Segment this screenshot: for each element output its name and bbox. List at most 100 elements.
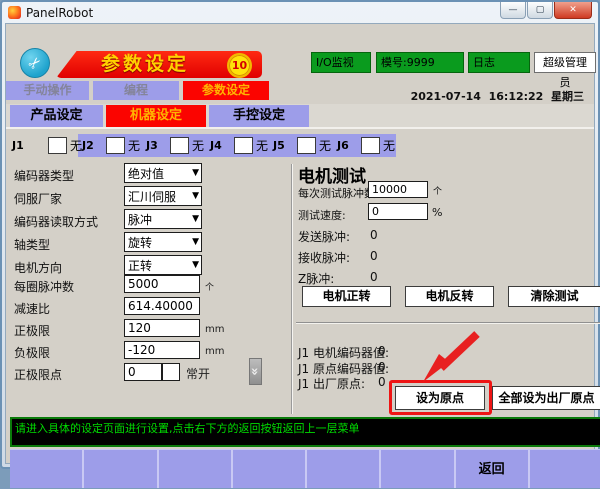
tab-machine-setting[interactable]: 机器设定 <box>106 105 206 127</box>
softkey-empty-3 <box>159 450 233 488</box>
encoder-type-label: 编码器类型 <box>14 167 122 184</box>
chevron-down-icon: ▼ <box>192 191 201 201</box>
test-pulses-input[interactable] <box>368 181 428 198</box>
test-speed-label: 测试速度: <box>298 207 346 223</box>
select-value: 正转 <box>125 257 192 274</box>
double-chevron-down-icon: « <box>243 367 268 375</box>
clear-test-button[interactable]: 清除测试 <box>508 286 600 307</box>
received-pulses-value: 0 <box>370 249 378 263</box>
chevron-down-icon: ▼ <box>192 214 201 224</box>
origin-encoder-value: 0 <box>378 360 386 374</box>
softkey-empty-2 <box>84 450 158 488</box>
positive-limit-point-input[interactable] <box>124 363 162 381</box>
positive-limit-input[interactable] <box>124 319 200 337</box>
app-window: PanelRobot — ▢ ✕ ✂ 参数设定 10 I/O监视 模号:9999… <box>0 0 600 469</box>
axis-type-select[interactable]: 旋转 ▼ <box>124 232 202 252</box>
panel-divider <box>291 164 292 414</box>
log-button[interactable]: 日志 <box>468 52 530 73</box>
softkey-empty-8 <box>530 450 600 488</box>
status-bar: 请进入具体的设定页面进行设置,点击右下方的返回按钮返回上一层菜单 <box>10 417 600 447</box>
chevron-down-icon: ▼ <box>192 168 201 178</box>
softkey-empty-6 <box>381 450 455 488</box>
select-value: 绝对值 <box>125 165 192 182</box>
tab-manual-control-setting[interactable]: 手控设定 <box>209 105 309 127</box>
axis-group-j4: J4 无 <box>210 134 268 157</box>
chevron-down-icon: ▼ <box>192 260 201 270</box>
select-value: 旋转 <box>125 234 192 251</box>
motor-reverse-button[interactable]: 电机反转 <box>405 286 494 307</box>
factory-origin-label: J1 出厂原点: <box>298 375 365 392</box>
axis-none-label: 无 <box>383 137 395 154</box>
reduction-ratio-label: 减速比 <box>14 300 122 317</box>
axis-none-label: 无 <box>128 137 140 154</box>
axis-label: J1 <box>12 139 36 152</box>
back-button[interactable]: 返回 <box>456 450 530 488</box>
motor-direction-label: 电机方向 <box>14 259 122 276</box>
softkey-empty-5 <box>307 450 381 488</box>
test-pulses-label: 每次测试脉冲数: <box>298 185 379 201</box>
softkey-empty-4 <box>233 450 307 488</box>
pulses-per-rev-label: 每圈脉冲数 <box>14 278 122 295</box>
positive-limit-label: 正极限 <box>14 322 122 339</box>
motor-forward-button[interactable]: 电机正转 <box>302 286 391 307</box>
axis-label: J2 <box>82 139 106 152</box>
reduction-ratio-input[interactable] <box>124 297 200 315</box>
tab-programming[interactable]: 编程 <box>93 81 179 100</box>
select-value: 汇川伺服 <box>125 188 192 205</box>
normally-open-label: 常开 <box>186 365 210 382</box>
axis-group-j3: J3 无 <box>146 134 204 157</box>
tab-manual-operation[interactable]: 手动操作 <box>6 81 89 100</box>
title-bar[interactable]: PanelRobot — ▢ ✕ <box>2 2 598 23</box>
axis-checkbox-j1[interactable] <box>48 137 67 154</box>
model-number-button[interactable]: 模号:9999 <box>376 52 464 73</box>
client-area: ✂ 参数设定 10 I/O监视 模号:9999 日志 超级管理员 2021-07… <box>5 23 595 464</box>
motor-direction-select[interactable]: 正转 ▼ <box>124 255 202 275</box>
maximize-button[interactable]: ▢ <box>527 2 553 19</box>
axis-group-j1: J1 无 <box>12 134 82 157</box>
select-value: 脉冲 <box>125 211 192 228</box>
axis-label: J5 <box>273 139 297 152</box>
datetime-label: 2021-07-14 16:12:22 星期三 <box>411 88 584 104</box>
servo-vendor-select[interactable]: 汇川伺服 ▼ <box>124 186 202 206</box>
io-monitor-button[interactable]: I/O监视 <box>311 52 371 73</box>
tab-product-setting[interactable]: 产品设定 <box>10 105 103 127</box>
pulses-per-rev-input[interactable] <box>124 275 200 293</box>
axis-group-j5: J5 无 <box>273 134 331 157</box>
tools-logo-icon: ✂ <box>20 48 50 78</box>
window-title: PanelRobot <box>26 6 93 20</box>
test-speed-input[interactable] <box>368 203 428 220</box>
received-pulses-label: 接收脉冲: <box>298 249 350 266</box>
axis-label: J6 <box>337 139 361 152</box>
positive-limit-point-aux-input[interactable] <box>162 363 180 381</box>
axis-none-label: 无 <box>256 137 268 154</box>
sent-pulses-label: 发送脉冲: <box>298 228 350 245</box>
annotation-arrow-icon <box>409 324 489 386</box>
factory-origin-value: 0 <box>378 375 386 389</box>
motor-encoder-value-label: J1 电机编码器值: <box>298 344 389 361</box>
axis-type-label: 轴类型 <box>14 236 122 253</box>
negative-limit-input[interactable] <box>124 341 200 359</box>
set-all-factory-origin-button[interactable]: 全部设为出厂原点 <box>492 386 600 410</box>
close-button[interactable]: ✕ <box>554 2 592 19</box>
axis-none-label: 无 <box>319 137 331 154</box>
axis-checkbox-j3[interactable] <box>170 137 189 154</box>
minimize-button[interactable]: — <box>500 2 526 19</box>
scroll-down-button[interactable]: « <box>249 358 262 385</box>
pulses-unit-label: 个 <box>205 280 214 293</box>
axis-checkbox-j5[interactable] <box>297 137 316 154</box>
encoder-type-select[interactable]: 绝对值 ▼ <box>124 163 202 183</box>
axis-checkbox-j2[interactable] <box>106 137 125 154</box>
motor-test-title: 电机测试 <box>298 162 366 187</box>
positive-limit-unit-label: mm <box>205 324 224 335</box>
axis-checkbox-j6[interactable] <box>361 137 380 154</box>
axis-label: J4 <box>210 139 234 152</box>
test-speed-unit-label: % <box>432 206 442 219</box>
encoder-read-mode-select[interactable]: 脉冲 ▼ <box>124 209 202 229</box>
axis-group-j6: J6 无 <box>337 134 395 157</box>
axis-checkbox-j4[interactable] <box>234 137 253 154</box>
tab-parameter-setting[interactable]: 参数设定 <box>183 81 269 100</box>
section-divider <box>296 322 600 323</box>
encoder-read-mode-label: 编码器读取方式 <box>14 213 122 230</box>
negative-limit-label: 负极限 <box>14 344 122 361</box>
user-role-button[interactable]: 超级管理员 <box>534 52 596 73</box>
